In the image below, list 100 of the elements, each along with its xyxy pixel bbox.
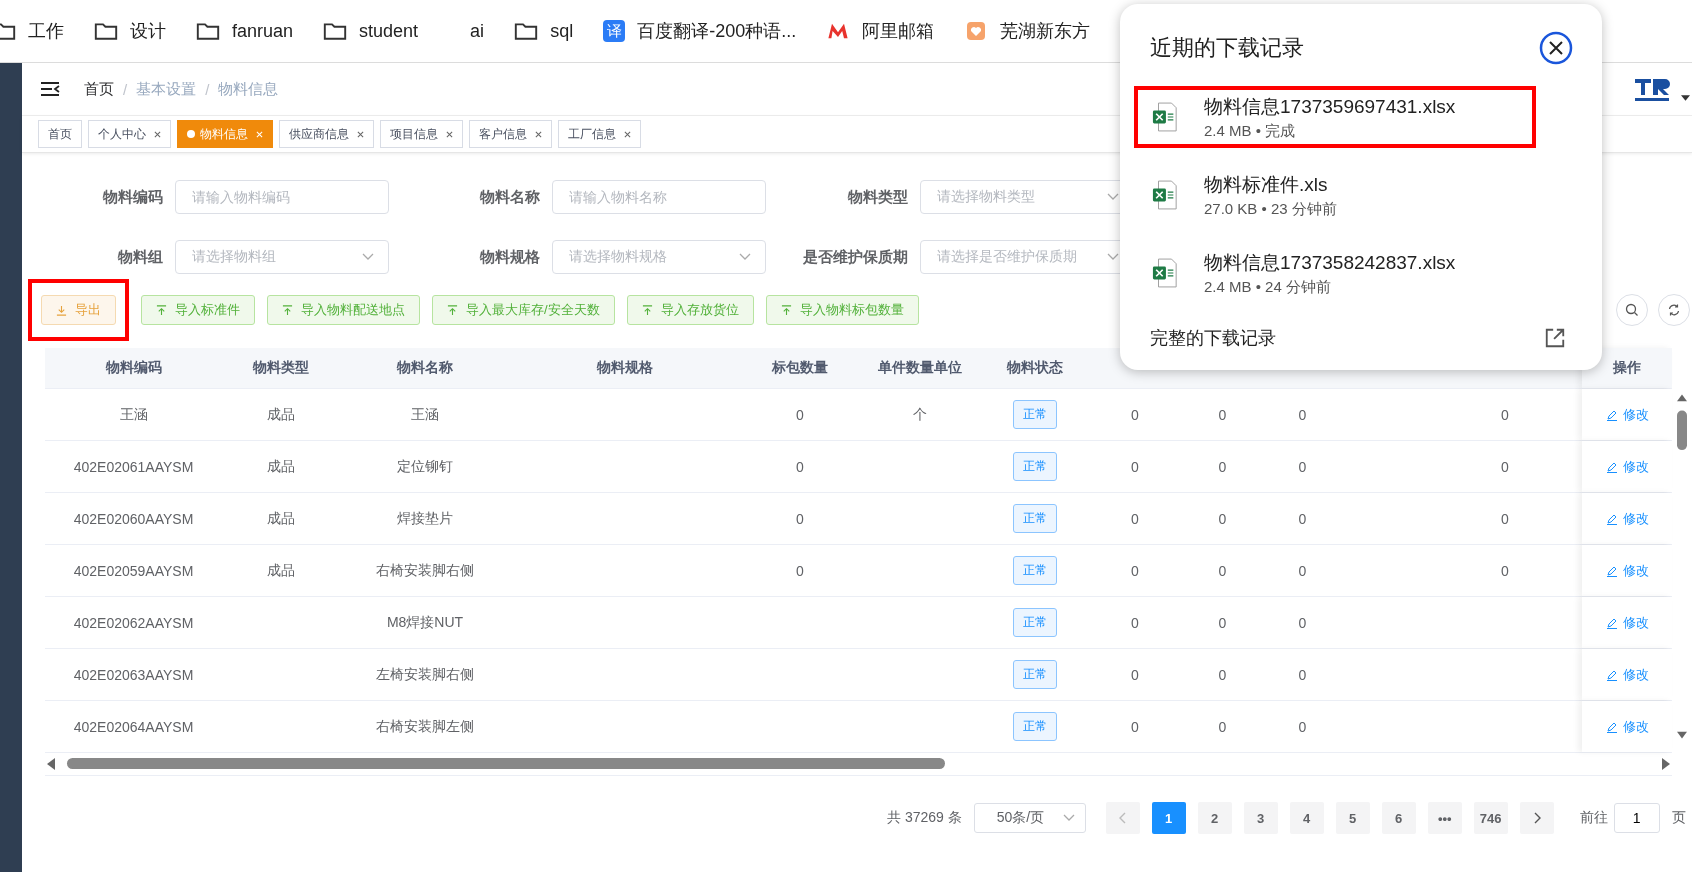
page-button[interactable]: ••• — [1427, 802, 1462, 834]
menu-icon[interactable] — [40, 81, 60, 97]
page-button[interactable]: 5 — [1335, 802, 1370, 834]
page-number-input[interactable]: 1 — [1613, 803, 1660, 833]
table-cell: 0 — [1218, 614, 1227, 631]
tab[interactable]: 工厂信息 — [558, 120, 641, 148]
chevron-icon — [362, 253, 374, 261]
status-tag: 正常 — [1013, 400, 1057, 429]
page-button[interactable]: 3 — [1243, 802, 1278, 834]
text-input[interactable]: 请输入物料名称 — [552, 180, 766, 214]
table-cell: 0 — [1131, 666, 1139, 683]
pencil-icon — [1605, 408, 1618, 421]
status-tag: 正常 — [1013, 452, 1057, 481]
bookmark[interactable]: 阿里邮箱 — [826, 19, 935, 43]
bookmark[interactable]: fanruan — [196, 20, 294, 42]
column-header: 物料名称 — [397, 359, 453, 377]
table-cell: 0 — [1218, 458, 1227, 475]
tab[interactable]: 客户信息 — [469, 120, 552, 148]
spreadsheet-file-icon — [1152, 101, 1178, 133]
folder-icon — [323, 21, 348, 41]
chevron-left-icon — [1118, 812, 1127, 824]
breadcrumb-item: 物料信息 — [218, 79, 279, 99]
chevron-icon — [739, 253, 751, 261]
edit-link[interactable]: 修改 — [1605, 405, 1649, 424]
folder-icon — [514, 21, 539, 41]
table-cell: 成品 — [267, 405, 295, 424]
bookmark[interactable]: student — [323, 20, 419, 42]
table-cell: 0 — [1298, 562, 1307, 579]
page-button[interactable]: 746 — [1473, 802, 1508, 834]
bookmark[interactable]: 译 百度翻译-200种语... — [603, 19, 797, 43]
download-item[interactable]: 物料标准件.xls 27.0 KB • 23 分钟前 — [1134, 164, 1536, 226]
file-info: 2.4 MB • 24 分钟前 — [1204, 277, 1332, 297]
column-header: 操作 — [1613, 359, 1641, 377]
table-cell: M8焊接NUT — [386, 613, 464, 632]
dot-icon — [187, 130, 195, 138]
filter-label: 物料类型 — [846, 187, 909, 207]
page-button[interactable]: 2 — [1197, 802, 1232, 834]
column-header: 单件数量单位 — [878, 359, 962, 377]
table-cell: 0 — [1298, 666, 1307, 683]
page-button[interactable]: 4 — [1289, 802, 1324, 834]
tab[interactable]: 个人中心 — [88, 120, 171, 148]
panel-title: 近期的下载记录 — [1150, 34, 1304, 62]
bookmark[interactable]: 设计 — [94, 19, 166, 43]
close-icon[interactable] — [1539, 31, 1573, 65]
status-tag: 正常 — [1013, 660, 1057, 689]
bookmark[interactable]: 芜湖新东方 — [964, 19, 1091, 43]
bookmark[interactable]: 工作 — [0, 19, 64, 43]
tab[interactable]: 首页 — [38, 120, 82, 148]
chevron-icon — [1107, 193, 1119, 201]
table-cell: 402E02064AAYSM — [73, 718, 194, 735]
table-cell: 右椅安装脚左侧 — [376, 717, 474, 736]
table-cell: 0 — [1218, 666, 1227, 683]
breadcrumb-item[interactable]: 首页 — [84, 79, 114, 99]
caret-icon[interactable] — [1681, 95, 1690, 101]
refresh-button[interactable] — [1658, 294, 1690, 326]
spreadsheet-file-icon — [1152, 179, 1178, 211]
bookmark[interactable]: sql — [514, 20, 574, 42]
edit-link[interactable]: 修改 — [1605, 561, 1649, 580]
chevron-right-icon — [1532, 812, 1541, 824]
table-cell: 0 — [1501, 510, 1509, 527]
open-external-icon[interactable] — [1544, 327, 1566, 349]
pencil-icon — [1605, 512, 1618, 525]
table-cell: 402E02061AAYSM — [73, 458, 194, 475]
table-cell: 定位铆钉 — [397, 457, 453, 476]
text-input[interactable]: 请输入物料编码 — [175, 180, 389, 214]
page-size-select[interactable]: 50条/页 — [973, 803, 1086, 833]
table-cell: 402E02063AAYSM — [73, 666, 194, 683]
folder-icon — [196, 21, 220, 41]
tab[interactable]: 供应商信息 — [279, 120, 374, 148]
page-button[interactable]: 6 — [1381, 802, 1416, 834]
download-item[interactable]: 物料信息1737359697431.xlsx 2.4 MB • 完成 — [1134, 86, 1536, 148]
upload-icon — [156, 304, 167, 316]
tab[interactable]: 项目信息 — [380, 120, 463, 148]
page-button[interactable]: 1 — [1151, 802, 1186, 834]
table-cell: 402E02059AAYSM — [73, 562, 194, 579]
pencil-icon — [1605, 564, 1618, 577]
page-suffix: 页 — [1671, 809, 1686, 827]
edit-link[interactable]: 修改 — [1605, 457, 1649, 476]
table-cell: 0 — [1131, 614, 1139, 631]
table-cell: 成品 — [267, 457, 295, 476]
table-cell: 0 — [796, 562, 804, 579]
search-button[interactable] — [1616, 294, 1648, 326]
table-cell: 王涵 — [411, 405, 439, 424]
total-count: 共 37269 条 — [887, 809, 962, 827]
filter-label: 物料规格 — [478, 247, 541, 267]
table-cell: 0 — [1131, 562, 1139, 579]
download-item[interactable]: 物料信息1737358242837.xlsx 2.4 MB • 24 分钟前 — [1134, 242, 1536, 304]
file-name: 物料标准件.xls — [1204, 172, 1329, 197]
bookmark[interactable]: ai — [448, 20, 485, 42]
edit-link[interactable]: 修改 — [1605, 509, 1649, 528]
table-cell: 0 — [1501, 562, 1509, 579]
table-cell: 左椅安装脚右侧 — [376, 665, 474, 684]
edit-link[interactable]: 修改 — [1605, 665, 1649, 684]
table-cell: 0 — [1131, 406, 1139, 423]
table-cell: 个 — [913, 405, 927, 424]
file-info: 2.4 MB • 完成 — [1204, 121, 1297, 141]
all-downloads-link[interactable]: 完整的下载记录 — [1150, 326, 1276, 350]
table-cell: 0 — [1218, 562, 1227, 579]
edit-link[interactable]: 修改 — [1605, 613, 1649, 632]
edit-link[interactable]: 修改 — [1605, 717, 1649, 736]
